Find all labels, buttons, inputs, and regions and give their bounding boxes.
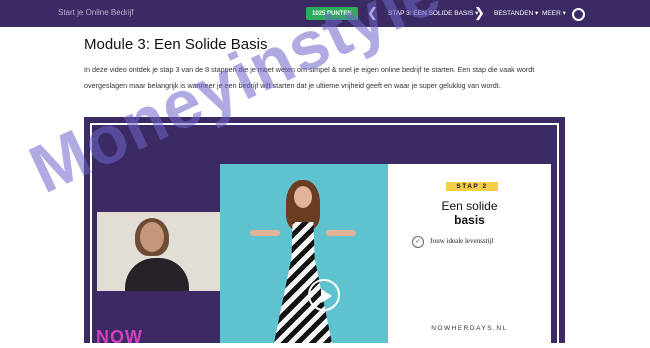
chevron-right-icon[interactable]: ❯ (474, 4, 485, 22)
top-navigation-bar: Start je Online Bedrijf 1025 PUNTEN ❮ ST… (0, 0, 650, 27)
course-title[interactable]: Start je Online Bedrijf (58, 8, 134, 17)
more-menu[interactable]: MEER ▾ (542, 9, 566, 17)
woman-face (294, 186, 312, 208)
module-intro-text: In deze video ontdek je stap 3 van de 8 … (84, 65, 535, 90)
slide-title-line1: Een solide (441, 199, 498, 213)
ring-icon[interactable] (572, 8, 585, 21)
slide-website: NOWHERDAYS.NL (431, 325, 508, 332)
slide-title: Een solide basis (388, 199, 551, 227)
webcam-presenter-image (97, 212, 220, 291)
page-title: Module 3: Een Solide Basis (84, 36, 268, 53)
step-dropdown[interactable]: STAP 3: EEN SOLIDE BASIS ▾ (388, 9, 478, 17)
play-icon[interactable] (308, 279, 340, 311)
video-player[interactable]: NOW STAP 2 Een solide basis ✓ Jouw ideal… (84, 117, 565, 347)
points-badge[interactable]: 1025 PUNTEN (306, 7, 358, 20)
video-corner-text: NOW (96, 327, 143, 347)
presenter-body (125, 258, 189, 291)
step-badge: STAP 2 (446, 182, 498, 191)
presenter-face (140, 222, 164, 252)
slide-photo (220, 164, 388, 343)
woman-arm-left (250, 230, 280, 236)
check-circle-icon: ✓ (412, 236, 424, 248)
slide-text-panel: STAP 2 Een solide basis ✓ Jouw ideale le… (388, 164, 551, 343)
slide-title-line2: basis (454, 213, 485, 227)
checklist-item: Jouw ideale levensstijl (430, 237, 494, 245)
files-menu[interactable]: BESTANDEN ▾ (494, 9, 538, 17)
chevron-left-icon[interactable]: ❮ (367, 4, 378, 22)
woman-arm-right (326, 230, 356, 236)
